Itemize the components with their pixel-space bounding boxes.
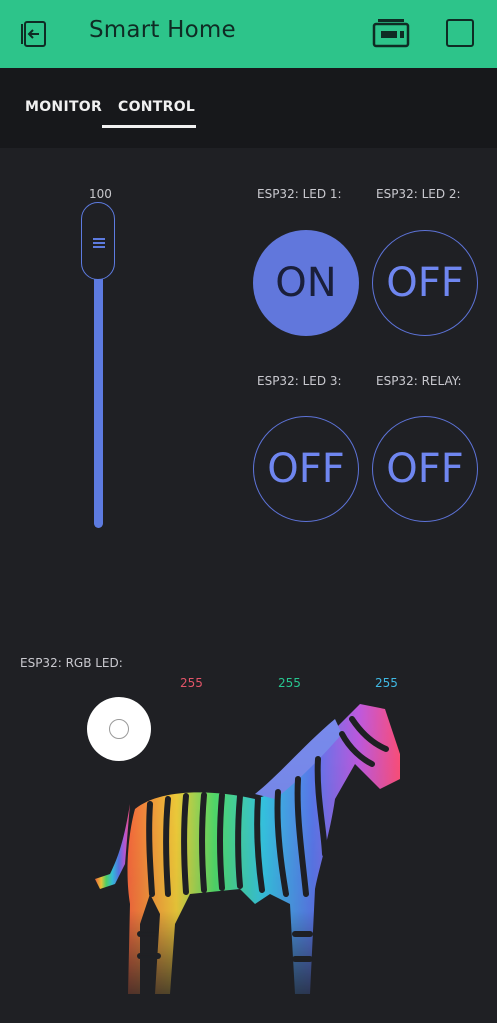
- rgb-blue-value: 255: [375, 676, 398, 690]
- exit-icon[interactable]: [18, 18, 50, 50]
- led3-button[interactable]: OFF: [253, 416, 359, 522]
- top-app-bar: Smart Home: [0, 0, 497, 68]
- color-picker-icon[interactable]: [87, 697, 151, 761]
- rgb-green-value: 255: [278, 676, 301, 690]
- relay-button[interactable]: OFF: [372, 416, 478, 522]
- rgb-led-label: ESP32: RGB LED:: [20, 656, 123, 670]
- battery-icon[interactable]: [372, 19, 410, 49]
- app-title: Smart Home: [89, 17, 236, 43]
- vertical-slider-track[interactable]: [94, 270, 103, 528]
- active-tab-indicator: [102, 125, 196, 128]
- tab-bar: MONITOR CONTROL: [0, 68, 497, 148]
- rgb-red-value: 255: [180, 676, 203, 690]
- slider-value: 100: [89, 187, 112, 201]
- picker-ring: [109, 719, 129, 739]
- led3-label: ESP32: LED 3:: [257, 374, 342, 388]
- relay-label: ESP32: RELAY:: [376, 374, 462, 388]
- grip-icon: [93, 238, 105, 248]
- vertical-slider-handle[interactable]: [81, 202, 115, 280]
- led2-label: ESP32: LED 2:: [376, 187, 461, 201]
- led1-label: ESP32: LED 1:: [257, 187, 342, 201]
- led2-button[interactable]: OFF: [372, 230, 478, 336]
- square-icon[interactable]: [446, 19, 474, 47]
- led1-button[interactable]: ON: [253, 230, 359, 336]
- tab-control[interactable]: CONTROL: [118, 99, 195, 115]
- tab-monitor[interactable]: MONITOR: [25, 99, 102, 115]
